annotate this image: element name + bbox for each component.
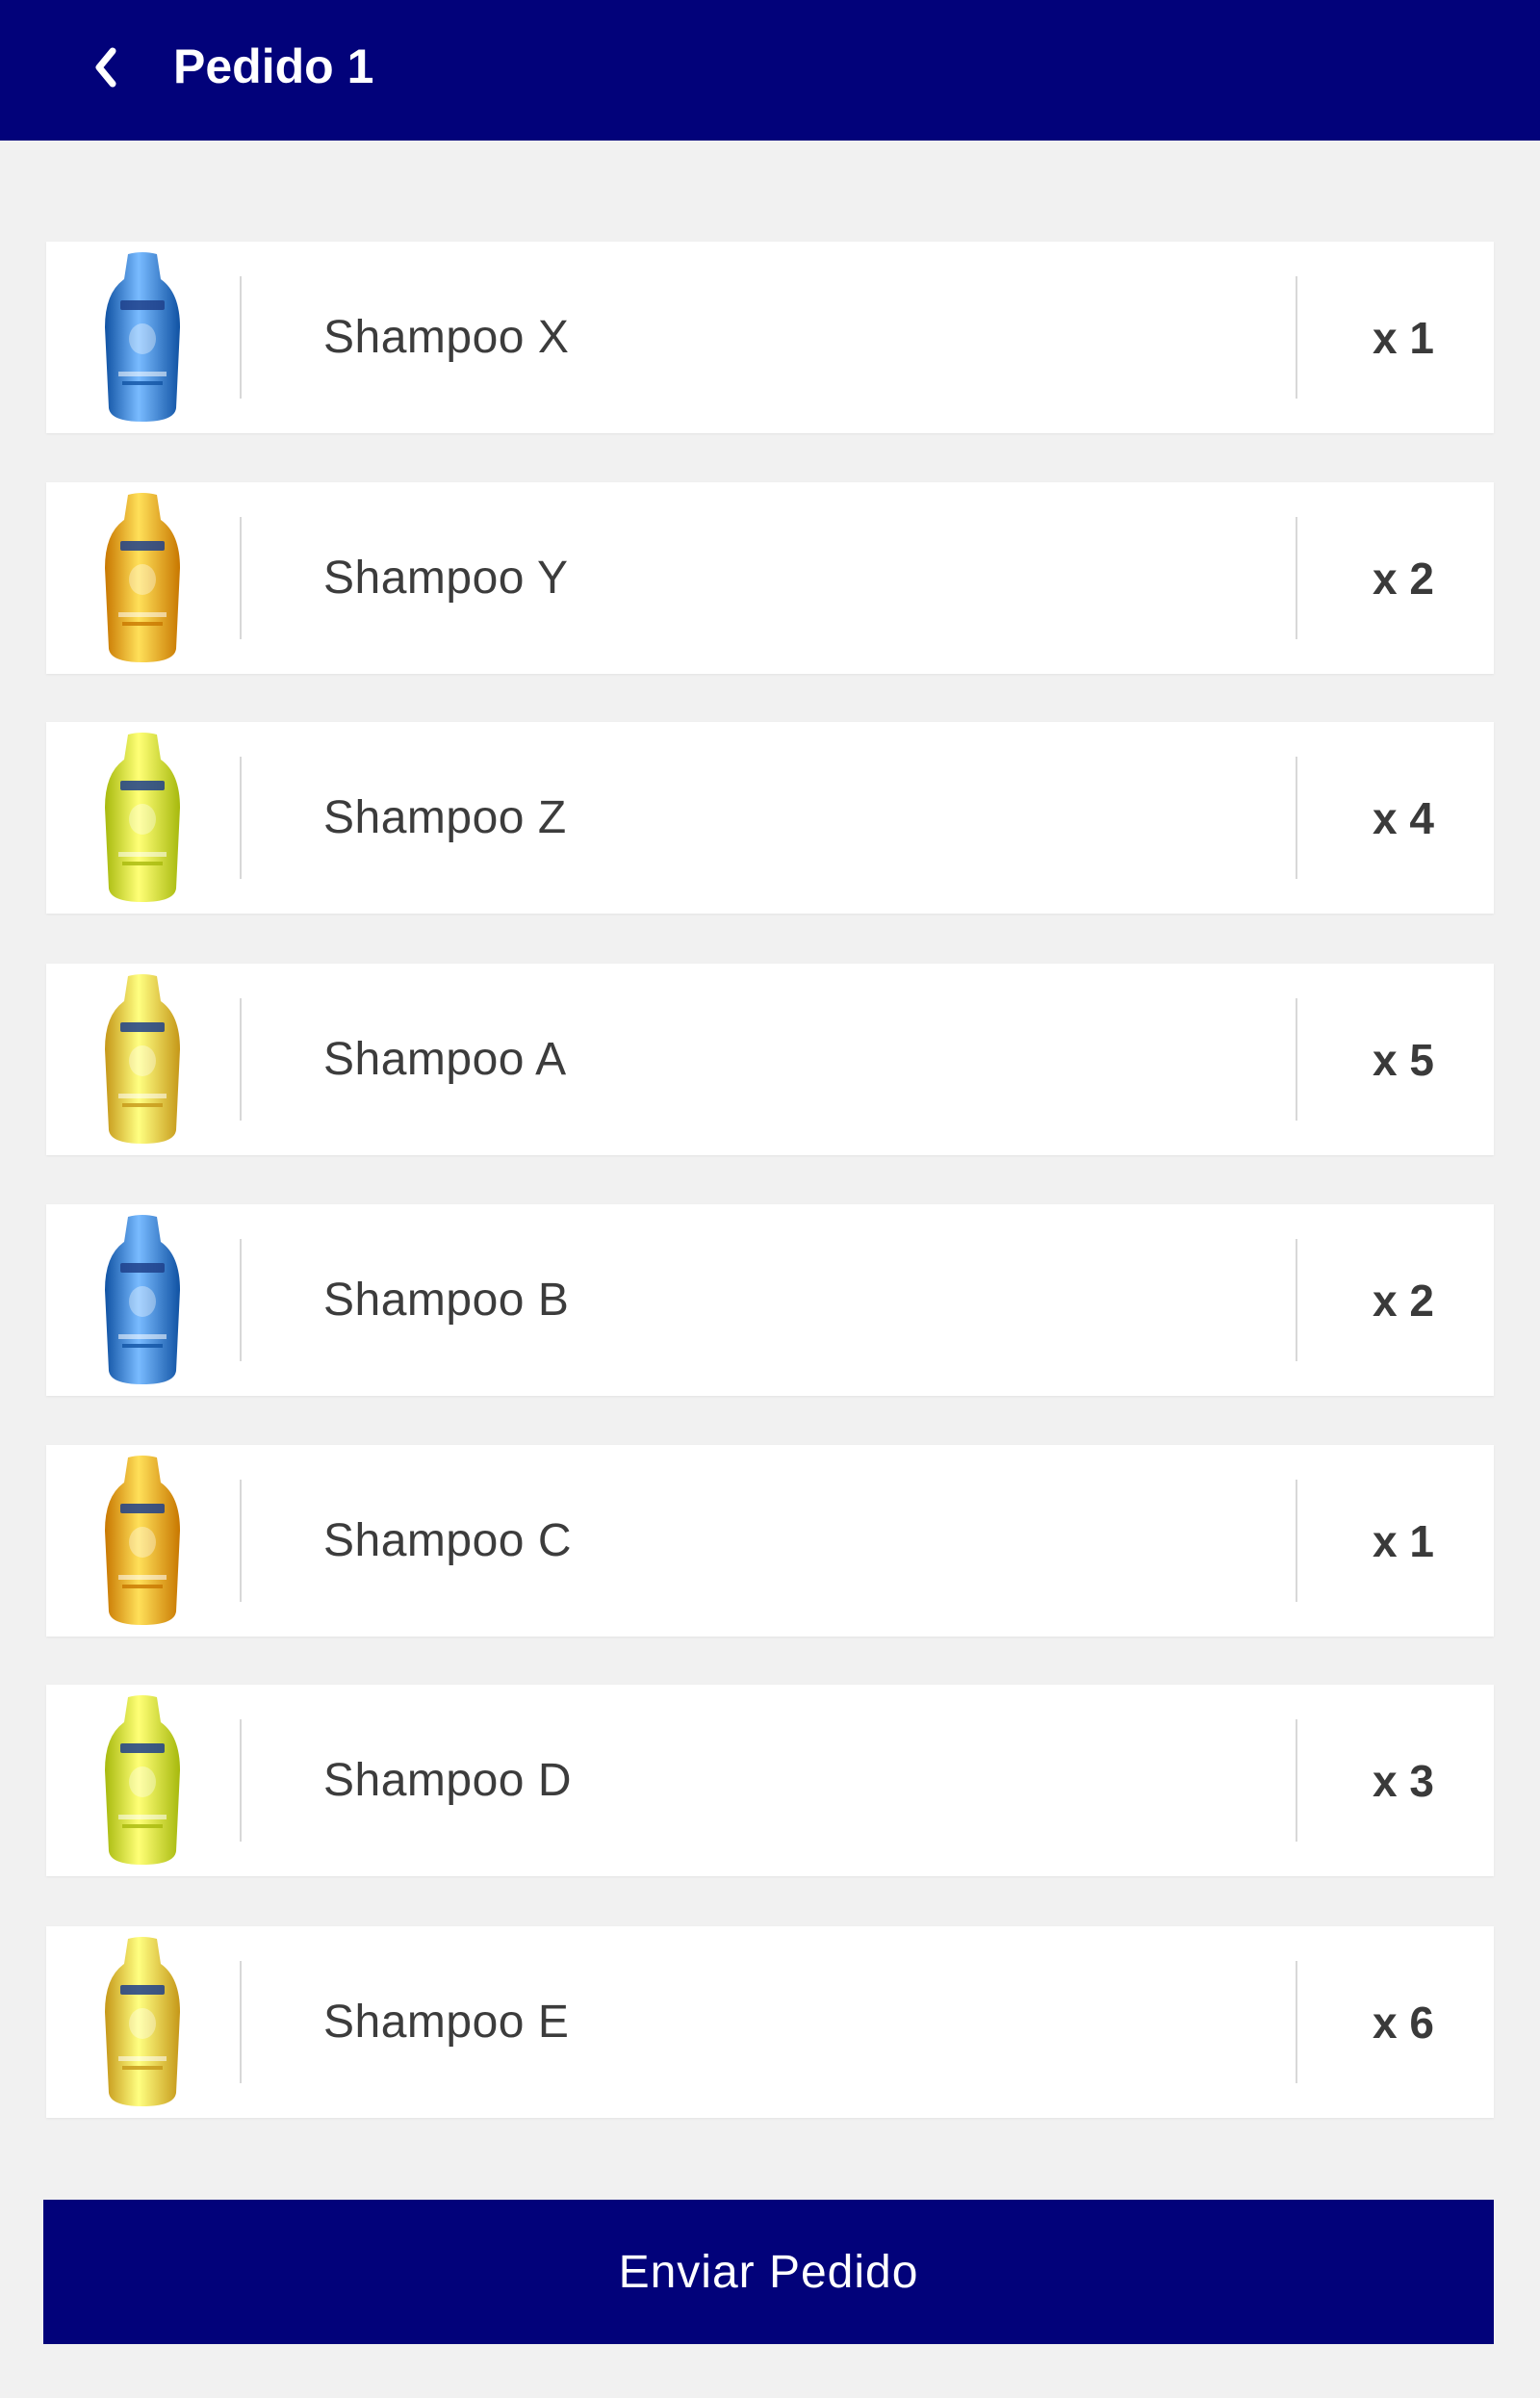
product-name: Shampoo Y bbox=[323, 553, 569, 604]
quantity-label: x 3 bbox=[1373, 1755, 1434, 1806]
divider bbox=[240, 998, 242, 1121]
product-image bbox=[46, 242, 239, 433]
quantity-label: x 5 bbox=[1373, 1034, 1434, 1085]
chevron-left-icon[interactable] bbox=[89, 42, 123, 92]
product-image bbox=[46, 1445, 239, 1637]
divider bbox=[1296, 1961, 1297, 2083]
list-item[interactable]: Shampoo A x 5 bbox=[46, 964, 1494, 1155]
product-name: Shampoo E bbox=[323, 1997, 570, 2048]
product-name: Shampoo C bbox=[323, 1515, 572, 1566]
product-image bbox=[46, 964, 239, 1155]
send-order-button[interactable]: Enviar Pedido bbox=[43, 2200, 1494, 2344]
divider bbox=[1296, 1719, 1297, 1842]
quantity-label: x 2 bbox=[1373, 553, 1434, 604]
divider bbox=[1296, 276, 1297, 399]
product-image bbox=[46, 1685, 239, 1876]
quantity-label: x 1 bbox=[1373, 1515, 1434, 1566]
divider bbox=[1296, 998, 1297, 1121]
divider bbox=[240, 517, 242, 639]
divider bbox=[1296, 757, 1297, 879]
divider bbox=[1296, 1239, 1297, 1361]
list-item[interactable]: Shampoo X x 1 bbox=[46, 242, 1494, 433]
top-app-bar: Pedido 1 bbox=[0, 0, 1540, 141]
divider bbox=[240, 757, 242, 879]
list-item[interactable]: Shampoo Z x 4 bbox=[46, 722, 1494, 914]
product-name: Shampoo X bbox=[323, 312, 570, 363]
list-item[interactable]: Shampoo E x 6 bbox=[46, 1926, 1494, 2118]
product-name: Shampoo Z bbox=[323, 792, 567, 843]
quantity-label: x 1 bbox=[1373, 312, 1434, 363]
product-image bbox=[46, 1926, 239, 2118]
list-item[interactable]: Shampoo D x 3 bbox=[46, 1685, 1494, 1876]
divider bbox=[1296, 517, 1297, 639]
product-image bbox=[46, 722, 239, 914]
quantity-label: x 4 bbox=[1373, 792, 1434, 843]
divider bbox=[240, 1480, 242, 1602]
divider bbox=[240, 276, 242, 399]
list-item[interactable]: Shampoo C x 1 bbox=[46, 1445, 1494, 1637]
product-image bbox=[46, 1204, 239, 1396]
quantity-label: x 6 bbox=[1373, 1997, 1434, 2048]
product-name: Shampoo D bbox=[323, 1755, 572, 1806]
page-title: Pedido 1 bbox=[173, 39, 374, 93]
divider bbox=[1296, 1480, 1297, 1602]
list-item[interactable]: Shampoo B x 2 bbox=[46, 1204, 1494, 1396]
divider bbox=[240, 1719, 242, 1842]
product-name: Shampoo B bbox=[323, 1275, 570, 1326]
quantity-label: x 2 bbox=[1373, 1275, 1434, 1326]
list-item[interactable]: Shampoo Y x 2 bbox=[46, 482, 1494, 674]
product-name: Shampoo A bbox=[323, 1034, 567, 1085]
divider bbox=[240, 1961, 242, 2083]
divider bbox=[240, 1239, 242, 1361]
product-image bbox=[46, 482, 239, 674]
